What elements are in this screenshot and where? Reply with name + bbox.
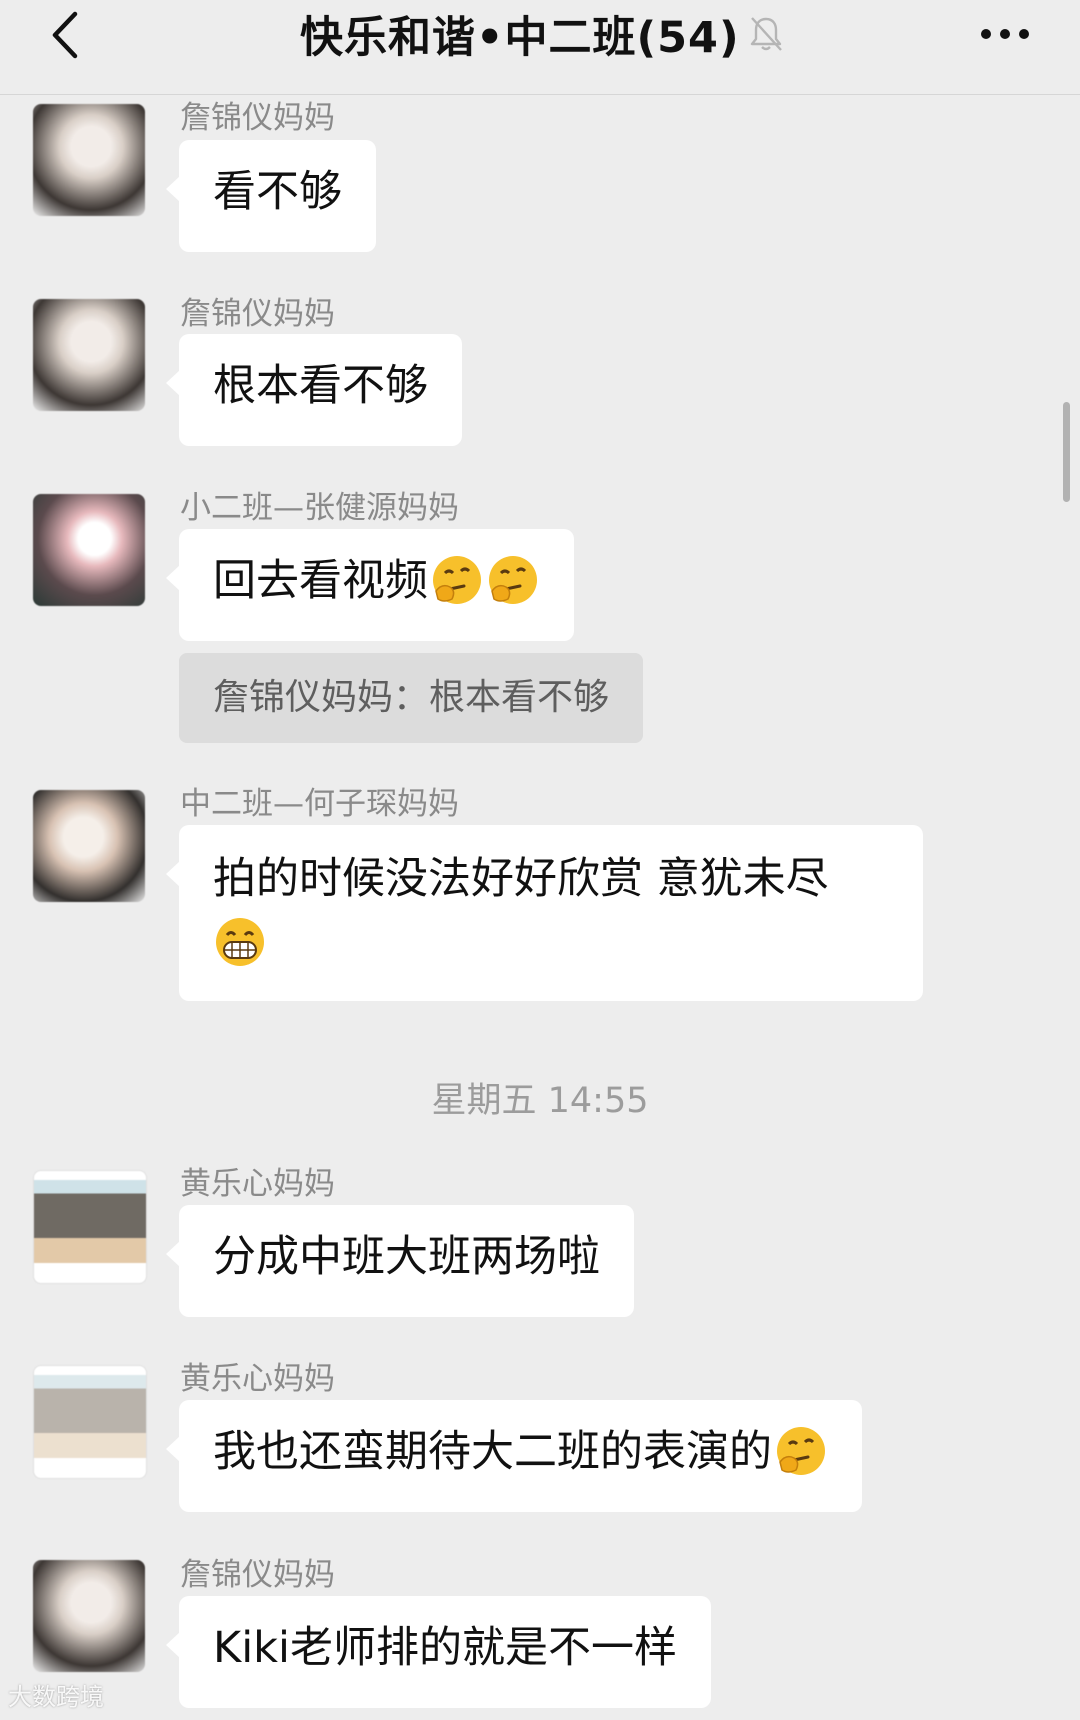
message-bubble[interactable]: 拍的时候没法好好欣赏 意犹未尽 [166,825,923,1001]
sender-name: 小二班—张健源妈妈 [180,490,459,526]
avatar[interactable] [33,1365,147,1479]
sender-name: 中二班—何子琛妈妈 [180,786,459,822]
quoted-message[interactable]: 詹锦仪妈妈：根本看不够 [179,653,644,743]
sender-name: 詹锦仪妈妈 [180,100,335,136]
message-text: 回去看视频 [213,556,428,606]
message-bubble[interactable]: Kiki老师排的就是不一样 [166,1596,711,1708]
thinking-face-icon [430,553,484,607]
message-bubble[interactable]: 回去看视频 [166,529,574,641]
message-bubble[interactable]: 根本看不够 [166,334,462,446]
ellipsis-icon [981,29,1029,39]
chevron-left-icon [52,11,78,59]
watermark: 大数跨境 [8,1683,104,1711]
sender-name: 黄乐心妈妈 [180,1361,335,1397]
more-options-button[interactable] [970,6,1040,62]
avatar[interactable] [33,104,145,216]
sender-name: 詹锦仪妈妈 [180,296,335,332]
avatar[interactable] [33,299,145,411]
chat-title: 快乐和谐•中二班(54) [300,4,784,64]
sender-name: 黄乐心妈妈 [180,1166,335,1202]
avatar[interactable] [33,494,145,606]
message-bubble[interactable]: 分成中班大班两场啦 [166,1205,634,1317]
thinking-face-icon [486,553,540,607]
message-bubble[interactable]: 看不够 [166,140,376,252]
avatar[interactable] [33,1560,145,1672]
scrollbar[interactable] [1063,402,1070,502]
chat-header: 快乐和谐•中二班(54) [0,0,1080,95]
grinning-face-icon [213,915,267,969]
thinking-face-icon [774,1424,828,1478]
bell-slash-icon [748,15,784,53]
message-text: 拍的时候没法好好欣赏 意犹未尽 [213,854,829,904]
message-text: 我也还蛮期待大二班的表演的 [213,1427,772,1477]
timestamp: 星期五 14:55 [431,1081,649,1121]
message-bubble[interactable]: 我也还蛮期待大二班的表演的 [166,1400,862,1512]
avatar[interactable] [33,790,145,902]
sender-name: 詹锦仪妈妈 [180,1557,335,1593]
back-button[interactable] [30,0,100,70]
chat-title-text: 快乐和谐•中二班(54) [300,13,740,63]
chat-screen: 快乐和谐•中二班(54) 詹锦仪妈妈 看不够 詹锦仪妈妈 根本看不够 小二班—张… [0,0,1080,1720]
avatar[interactable] [33,1170,147,1284]
